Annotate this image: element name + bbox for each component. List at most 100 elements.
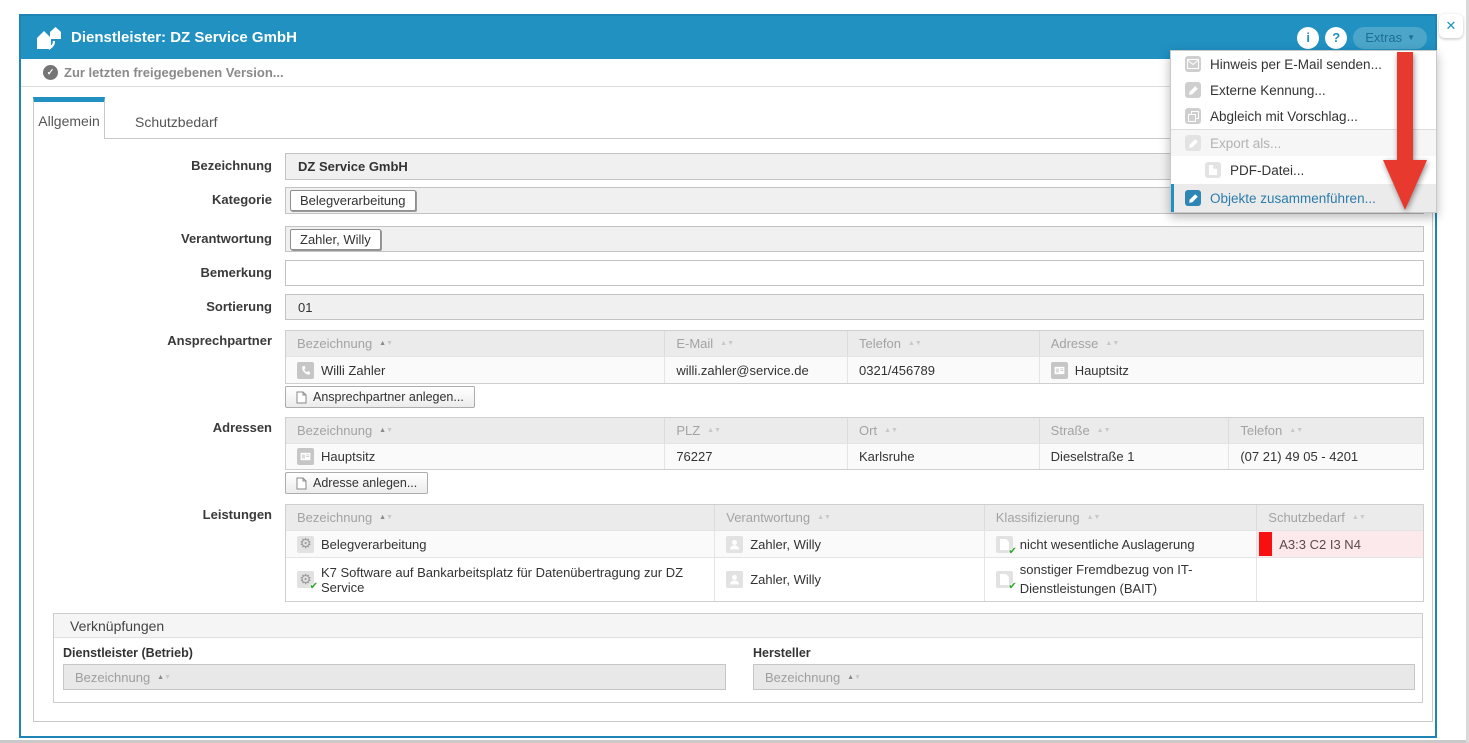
column-header[interactable]: Bezeichnung▲▼: [286, 505, 715, 530]
table-row[interactable]: Willi Zahler willi.zahler@service.de 032…: [286, 356, 1423, 383]
sort-icon: ▲▼: [379, 427, 393, 434]
column-header[interactable]: Adresse▲▼: [1040, 331, 1423, 356]
menu-item-label: Objekte zusammenführen...: [1210, 191, 1376, 206]
sort-icon: ▲▼: [817, 514, 831, 521]
table-row[interactable]: Hauptsitz 76227 Karlsruhe Dieselstraße 1…: [286, 443, 1423, 469]
menu-item-label: Export als...: [1210, 136, 1281, 151]
leistungen-table: Bezeichnung▲▼ Verantwortung ▲▼ Klassifizi…: [285, 504, 1424, 602]
menu-item-objekte-zusammenfuehren[interactable]: Objekte zusammenführen...: [1171, 184, 1436, 212]
extras-button[interactable]: Extras ▼: [1353, 27, 1427, 49]
adressen-table: Bezeichnung▲▼ PLZ▲▼ Ort▲▼ Straße▲▼ Telef…: [285, 417, 1424, 470]
sort-icon: ▲▼: [157, 674, 171, 681]
tab-content-panel: Bezeichnung DZ Service GmbH Kategorie Be…: [33, 138, 1433, 722]
column-header-label: Verantwortung: [726, 510, 810, 525]
button-label: Ansprechpartner anlegen...: [313, 390, 464, 404]
klassifizierung-doc-icon: ✔: [996, 571, 1013, 588]
info-icon: i: [1306, 30, 1310, 45]
ansprechpartner-adresse: Hauptsitz: [1075, 363, 1129, 378]
column-header-label: Straße: [1051, 423, 1090, 438]
adresse-plz: 76227: [676, 449, 712, 464]
column-header[interactable]: E-Mail▲▼: [665, 331, 848, 356]
verantwortung-label: Verantwortung: [34, 231, 272, 246]
table-row[interactable]: ⚙ Belegverarbeitung Zahler, Willy ✔ nich…: [286, 530, 1423, 557]
leistung-verantwortung: Zahler, Willy: [750, 572, 821, 587]
new-document-icon: [296, 391, 307, 404]
table-row[interactable]: ⚙✔ K7 Software auf Bankarbeitsplatz für …: [286, 557, 1423, 601]
schutzbedarf-value: A3:3 C2 I3 N4: [1279, 537, 1361, 552]
check-circle-icon: ✓: [43, 65, 58, 80]
tab-allgemein[interactable]: Allgemein: [33, 97, 105, 139]
adresse-anlegen-button[interactable]: Adresse anlegen...: [285, 472, 428, 494]
extras-dropdown-menu: Hinweis per E-Mail senden... Externe Ken…: [1170, 50, 1437, 213]
info-button[interactable]: i: [1297, 27, 1319, 49]
column-header-label: Bezeichnung: [297, 423, 372, 438]
button-label: Adresse anlegen...: [313, 476, 417, 490]
sortierung-field: 01: [285, 294, 1424, 320]
ansprechpartner-name: Willi Zahler: [321, 363, 385, 378]
dialog-title: Dienstleister: DZ Service GmbH: [71, 29, 297, 46]
help-button[interactable]: ?: [1325, 27, 1347, 49]
column-header-label: Schutzbedarf: [1268, 510, 1345, 525]
column-header-label: PLZ: [676, 423, 700, 438]
ansprechpartner-anlegen-button[interactable]: Ansprechpartner anlegen...: [285, 386, 475, 408]
column-header[interactable]: Schutzbedarf ▲▼: [1257, 505, 1423, 530]
service-gear-icon: ⚙: [297, 536, 314, 553]
sort-icon: ▲▼: [720, 340, 734, 347]
column-header[interactable]: Telefon ▲▼: [1229, 418, 1423, 443]
column-header-label: Klassifizierung: [996, 510, 1080, 525]
column-header-label: Telefon: [1240, 423, 1282, 438]
adresse-bezeichnung: Hauptsitz: [321, 449, 375, 464]
adresse-telefon: (07 21) 49 05 - 4201: [1240, 449, 1358, 464]
schutzbedarf-red-block: [1259, 532, 1272, 556]
chevron-down-icon: ▼: [1407, 33, 1415, 42]
column-header[interactable]: Bezeichnung▲▼: [286, 331, 665, 356]
bemerkung-input[interactable]: [285, 260, 1424, 286]
person-icon: [726, 536, 743, 553]
menu-item-label: Externe Kennung...: [1210, 83, 1326, 98]
service-gear-icon: ⚙✔: [297, 571, 314, 588]
dienstleister-icon: [35, 25, 63, 51]
kategorie-label: Kategorie: [34, 192, 272, 207]
envelope-icon: [1185, 56, 1201, 72]
pdf-file-icon: [1205, 162, 1221, 178]
column-header[interactable]: Ort▲▼: [848, 418, 1040, 443]
column-header[interactable]: Klassifizierung▲▼: [985, 505, 1258, 530]
sortierung-label: Sortierung: [34, 299, 272, 314]
menu-item-pdf-datei[interactable]: PDF-Datei...: [1171, 156, 1436, 184]
column-header[interactable]: Bezeichnung ▲▼: [286, 418, 665, 443]
leistung-bezeichnung: K7 Software auf Bankarbeitsplatz für Dat…: [321, 565, 714, 595]
extras-label: Extras: [1365, 30, 1402, 45]
leistung-verantwortung: Zahler, Willy: [750, 537, 821, 552]
verknuepfungen-section: Verknüpfungen Dienstleister (Betrieb) Be…: [53, 613, 1423, 703]
column-header[interactable]: Telefon ▲▼: [848, 331, 1040, 356]
column-header-label: Ort: [859, 423, 877, 438]
ansprechpartner-telefon: 0321/456789: [859, 363, 935, 378]
close-button[interactable]: ✕: [1439, 14, 1463, 38]
menu-item-hinweis-email[interactable]: Hinweis per E-Mail senden...: [1171, 51, 1436, 77]
column-header[interactable]: Verantwortung ▲▼: [715, 505, 985, 530]
column-header[interactable]: Straße▲▼: [1040, 418, 1230, 443]
leistung-bezeichnung: Belegverarbeitung: [321, 537, 427, 552]
tab-schutzbedarf[interactable]: Schutzbedarf: [117, 106, 236, 138]
column-header-label: Bezeichnung: [765, 670, 840, 685]
sort-icon: ▲▼: [707, 427, 721, 434]
leistung-klassifizierung: nicht wesentliche Auslagerung: [1020, 537, 1195, 552]
klassifizierung-doc-icon: ✔: [996, 536, 1013, 553]
menu-item-label: Abgleich mit Vorschlag...: [1210, 109, 1358, 124]
address-icon: [297, 448, 314, 465]
adresse-strasse: Dieselstraße 1: [1051, 449, 1135, 464]
last-released-version-link[interactable]: Zur letzten freigegebenen Version...: [64, 65, 284, 80]
ansprechpartner-email: willi.zahler@service.de: [676, 363, 808, 378]
column-header-label: Telefon: [859, 336, 901, 351]
sort-icon: ▲▼: [1289, 427, 1303, 434]
sort-icon: ▲▼: [908, 340, 922, 347]
kategorie-chip[interactable]: Belegverarbeitung: [290, 190, 416, 211]
column-header[interactable]: PLZ ▲▼: [665, 418, 848, 443]
menu-item-abgleich-vorschlag[interactable]: Abgleich mit Vorschlag...: [1171, 103, 1436, 129]
hersteller-table-header: Bezeichnung ▲▼: [753, 664, 1415, 690]
verantwortung-chip[interactable]: Zahler, Willy: [290, 229, 381, 250]
sort-icon: ▲▼: [1352, 514, 1366, 521]
merge-edit-icon: [1185, 190, 1201, 206]
copy-icon: [1185, 108, 1201, 124]
menu-item-externe-kennung[interactable]: Externe Kennung...: [1171, 77, 1436, 103]
